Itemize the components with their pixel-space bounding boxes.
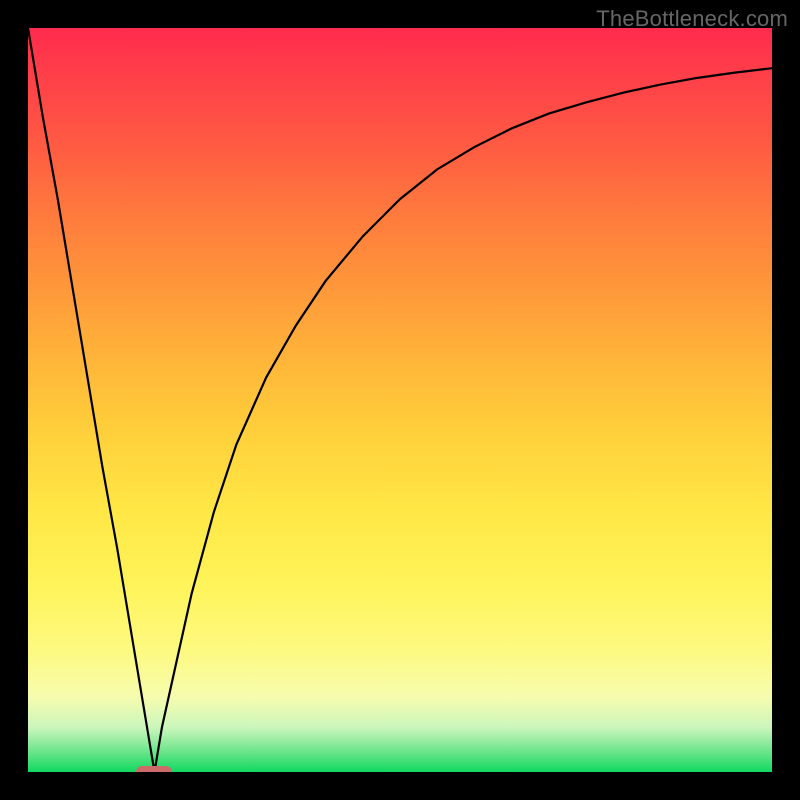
watermark-text: TheBottleneck.com <box>596 6 788 32</box>
plot-area <box>28 28 772 772</box>
bottleneck-curve <box>28 28 772 772</box>
chart-frame: TheBottleneck.com <box>0 0 800 800</box>
curve-path <box>28 28 772 772</box>
optimum-marker <box>136 766 172 772</box>
